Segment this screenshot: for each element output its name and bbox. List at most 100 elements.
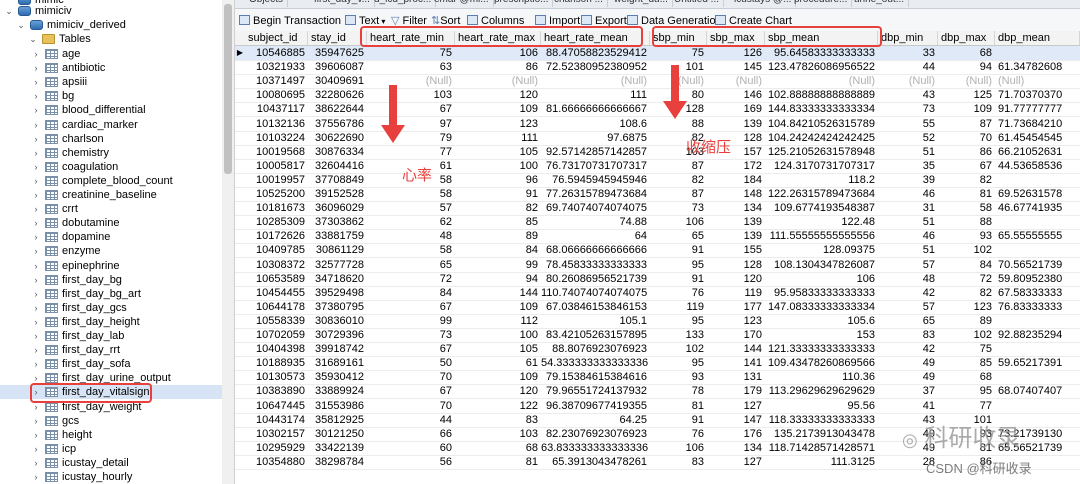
table-cell[interactable]: 139 bbox=[707, 117, 765, 131]
table-cell[interactable]: 109.43478260869566 bbox=[765, 356, 878, 370]
table-cell[interactable]: 10130573 bbox=[245, 370, 308, 384]
table-cell[interactable]: 59.80952380 bbox=[995, 272, 1080, 286]
table-cell[interactable]: 10383890 bbox=[245, 384, 308, 398]
table-cell[interactable]: 84 bbox=[938, 258, 995, 272]
table-cell[interactable]: 61.34782608 bbox=[995, 60, 1080, 74]
table-cell[interactable]: 123 bbox=[707, 314, 765, 328]
table-row[interactable]: 10181673 36096029 57 82 69.74074074074075 73 1… bbox=[235, 201, 1080, 217]
table-cell[interactable]: 30622690 bbox=[308, 131, 367, 145]
table-cell[interactable]: 82 bbox=[455, 201, 541, 215]
table-cell[interactable]: 32604416 bbox=[308, 159, 367, 173]
table-cell[interactable]: 102.88888888888889 bbox=[765, 88, 878, 102]
table-cell[interactable]: 69.74074074074075 bbox=[541, 201, 650, 215]
table-cell[interactable]: 35947625 bbox=[308, 46, 367, 60]
table-cell[interactable]: 35812925 bbox=[308, 413, 367, 427]
sidebar-item-table[interactable]: › apsiii bbox=[0, 75, 222, 89]
table-cell[interactable]: 87 bbox=[938, 117, 995, 131]
table-row[interactable]: ▶ 10546885 35947625 75 106 88.47058823529412 7… bbox=[235, 46, 1080, 61]
table-cell[interactable]: 122.48 bbox=[765, 215, 878, 229]
table-cell[interactable]: 100 bbox=[455, 159, 541, 173]
table-cell[interactable]: 10558339 bbox=[245, 314, 308, 328]
table-cell[interactable] bbox=[995, 342, 1080, 356]
table-cell[interactable]: 77 bbox=[938, 399, 995, 413]
table-cell[interactable]: 89 bbox=[455, 229, 541, 243]
table-cell[interactable]: 109 bbox=[455, 102, 541, 116]
table-cell[interactable]: (Null) bbox=[707, 74, 765, 88]
table-row[interactable]: 10383890 33889924 67 120 79.96551724137932 78… bbox=[235, 384, 1080, 400]
table-cell[interactable]: 10409785 bbox=[245, 243, 308, 257]
table-cell[interactable]: 64 bbox=[541, 229, 650, 243]
table-cell[interactable]: 72 bbox=[367, 272, 455, 286]
table-cell[interactable]: 106 bbox=[650, 215, 707, 229]
table-row[interactable]: 10409785 30861129 58 84 68.06666666666666 91 1… bbox=[235, 243, 1080, 259]
chevron-right-icon[interactable]: › bbox=[31, 216, 41, 230]
table-cell[interactable]: 123.47826086956522 bbox=[765, 60, 878, 74]
table-cell[interactable]: 37380795 bbox=[308, 300, 367, 314]
table-cell[interactable]: 39918742 bbox=[308, 342, 367, 356]
table-cell[interactable]: 82 bbox=[650, 173, 707, 187]
table-cell[interactable]: 94 bbox=[938, 60, 995, 74]
table-cell[interactable]: 91 bbox=[650, 413, 707, 427]
table-cell[interactable]: 184 bbox=[707, 173, 765, 187]
table-cell[interactable]: 89 bbox=[938, 314, 995, 328]
table-cell[interactable]: 10321933 bbox=[245, 60, 308, 74]
table-cell[interactable]: 37708849 bbox=[308, 173, 367, 187]
table-cell[interactable]: 118.71428571428571 bbox=[765, 441, 878, 455]
chevron-right-icon[interactable]: › bbox=[31, 329, 41, 343]
table-cell[interactable]: (Null) bbox=[765, 74, 878, 88]
table-cell[interactable]: 66 bbox=[367, 427, 455, 441]
table-cell[interactable]: 75 bbox=[367, 46, 455, 60]
table-cell[interactable]: 70 bbox=[367, 399, 455, 413]
table-cell[interactable]: 141 bbox=[707, 356, 765, 370]
table-cell[interactable]: 70 bbox=[367, 370, 455, 384]
table-cell[interactable]: 123 bbox=[455, 117, 541, 131]
table-cell[interactable]: 148 bbox=[707, 187, 765, 201]
sidebar-item-table[interactable]: › crrt bbox=[0, 202, 222, 216]
table-cell[interactable]: 10702059 bbox=[245, 328, 308, 342]
sidebar-item-schema[interactable]: ⌄ mimiciv_derived bbox=[0, 18, 222, 32]
table-cell[interactable]: 76 bbox=[650, 427, 707, 441]
table-cell[interactable]: 93 bbox=[938, 229, 995, 243]
table-cell[interactable]: 31 bbox=[878, 201, 938, 215]
table-cell[interactable]: 43 bbox=[878, 88, 938, 102]
table-cell[interactable]: 91 bbox=[650, 272, 707, 286]
sidebar-item-table[interactable]: › dobutamine bbox=[0, 216, 222, 230]
sidebar-item-table[interactable]: › enzyme bbox=[0, 244, 222, 258]
table-cell[interactable]: 105 bbox=[455, 342, 541, 356]
table-cell[interactable]: 10308372 bbox=[245, 258, 308, 272]
table-cell[interactable]: 127 bbox=[707, 455, 765, 469]
table-cell[interactable]: 10188935 bbox=[245, 356, 308, 370]
table-cell[interactable]: 105 bbox=[455, 145, 541, 159]
table-cell[interactable]: 85 bbox=[938, 356, 995, 370]
table-cell[interactable]: 39606087 bbox=[308, 60, 367, 74]
table-cell[interactable]: 95 bbox=[938, 384, 995, 398]
table-cell[interactable]: 147.08333333333334 bbox=[765, 300, 878, 314]
sidebar-item-table[interactable]: › blood_differential bbox=[0, 103, 222, 117]
table-cell[interactable]: 100 bbox=[455, 328, 541, 342]
tab[interactable]: d_icd_proc... bbox=[370, 0, 437, 7]
table-row[interactable]: 10103224 30622690 79 111 97.6875 82 128 104.242… bbox=[235, 131, 1080, 146]
table-cell[interactable]: 33881759 bbox=[308, 229, 367, 243]
table-cell[interactable] bbox=[995, 370, 1080, 384]
table-cell[interactable]: 87 bbox=[650, 159, 707, 173]
table-cell[interactable]: 122.26315789473684 bbox=[765, 187, 878, 201]
table-cell[interactable]: 59.65217391 bbox=[995, 356, 1080, 370]
table-cell[interactable]: 44 bbox=[367, 413, 455, 427]
table-cell[interactable]: 79.96551724137932 bbox=[541, 384, 650, 398]
table-cell[interactable]: 179 bbox=[707, 384, 765, 398]
table-cell[interactable]: 81 bbox=[938, 187, 995, 201]
table-cell[interactable]: 10354880 bbox=[245, 455, 308, 469]
chevron-right-icon[interactable]: › bbox=[31, 301, 41, 315]
table-cell[interactable]: 68 bbox=[455, 441, 541, 455]
table-cell[interactable]: 37556786 bbox=[308, 117, 367, 131]
table-cell[interactable]: 91 bbox=[650, 243, 707, 257]
chevron-right-icon[interactable]: › bbox=[31, 428, 41, 442]
table-cell[interactable]: 10019568 bbox=[245, 145, 308, 159]
table-cell[interactable]: 134 bbox=[707, 201, 765, 215]
table-cell[interactable]: 37 bbox=[878, 384, 938, 398]
column-header[interactable]: stay_id bbox=[308, 31, 367, 45]
table-cell[interactable]: 67 bbox=[367, 300, 455, 314]
chevron-right-icon[interactable]: › bbox=[31, 75, 41, 89]
table-cell[interactable]: 30861129 bbox=[308, 243, 367, 257]
table-cell[interactable]: 108.6 bbox=[541, 117, 650, 131]
